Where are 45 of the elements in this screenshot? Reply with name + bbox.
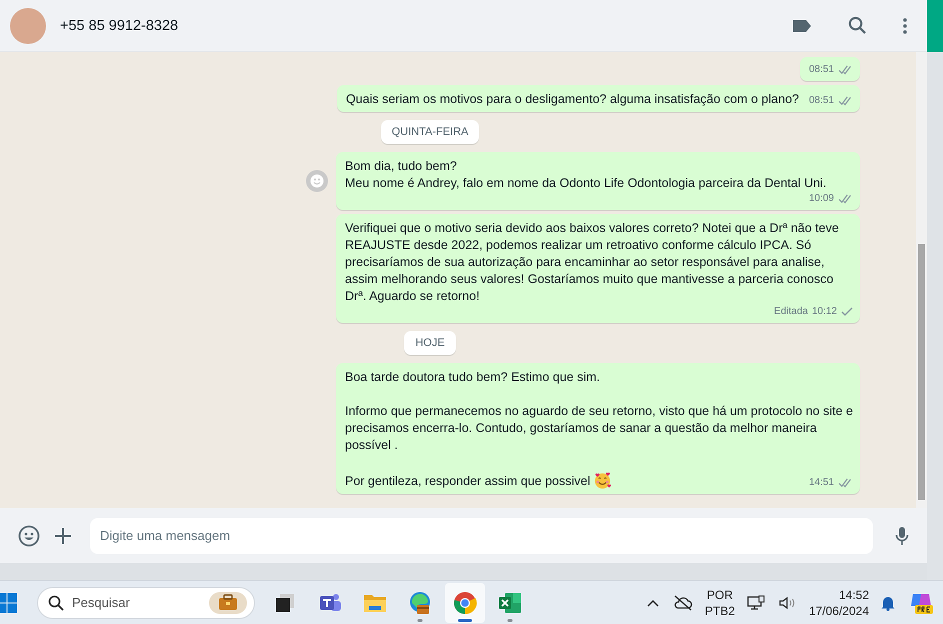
message-text: Boa tarde doutora tudo bem? Estimo que sim. xyxy=(345,369,602,386)
date-chip: HOJE xyxy=(404,331,456,355)
bell-icon xyxy=(881,594,895,610)
label-icon xyxy=(792,18,812,32)
smiley-icon xyxy=(18,524,40,546)
search-icon xyxy=(48,594,64,610)
message-text: Quais seriam os motivos para o desligamento? alguma insatisfação com o plano? xyxy=(346,91,799,108)
emoji-button[interactable] xyxy=(16,522,42,548)
contact-name[interactable]: +55 85 9912-8328 xyxy=(60,18,760,34)
language-text: POR xyxy=(706,586,733,602)
chrome-browser-icon xyxy=(453,590,477,614)
clock-date: 17/06/2024 xyxy=(808,602,869,618)
message-time: 10:09 xyxy=(808,192,834,206)
network-button[interactable] xyxy=(744,592,767,612)
task-view-icon xyxy=(274,592,296,614)
message-text: Verifiquei que o motivo seria devido aos baixos valores correto? Notei que a Drª não teve REAJUSTE desde 2022, podemos realizar um retroativo conforme cálculo IPCA. Só precisaríamos de sua autorização para encaminhar ao setor responsável para analise, assim melhorando seus valores! Gostaríamos muito que mantivesse a parceria conosco Drª. Aguardo se retorno! xyxy=(345,220,840,305)
spreadsheet-icon xyxy=(498,592,522,614)
windows-logo-icon xyxy=(0,592,18,614)
message-text: Informo que permanecemos no aguardo de seu retorno, visto que há um protocolo no site e precisamos encerra-lo. Contudo, gostaríamos de sanar a questão da melhor maneira possível . xyxy=(345,403,853,454)
more-vertical-icon xyxy=(903,18,907,34)
speaker-icon xyxy=(778,596,797,610)
input-language-indicator[interactable]: POR PTB2 xyxy=(704,586,735,618)
teams-icon xyxy=(318,592,342,614)
message-input[interactable]: Digite uma mensagem xyxy=(90,518,873,554)
search-icon xyxy=(848,16,867,35)
message-time: 14:51 xyxy=(808,476,834,490)
message-time: 08:51 xyxy=(808,63,834,77)
side-panel-header xyxy=(927,0,943,52)
keyboard-layout-text: PTB2 xyxy=(704,602,735,618)
smiley-icon xyxy=(310,174,324,188)
date-chip: QUINTA-FEIRA xyxy=(380,120,480,144)
plus-icon xyxy=(54,526,72,544)
microphone-icon xyxy=(895,526,909,546)
edited-label: Editada xyxy=(774,305,808,319)
caret-up-icon xyxy=(646,598,659,606)
scrollbar[interactable] xyxy=(916,52,927,508)
message-text: Por gentileza, responder assim que possivel xyxy=(345,473,590,490)
clock-time: 14:52 xyxy=(838,586,869,602)
message-time: 10:12 xyxy=(812,305,837,319)
edge-browser-icon xyxy=(408,590,432,614)
clock[interactable]: 14:52 17/06/2024 xyxy=(808,586,869,618)
message-text: Bom dia, tudo bem? Meu nome é Andrey, falo em nome da Odonto Life Odontologia parceira da Dental Uni. xyxy=(345,158,826,192)
cloud-off-icon xyxy=(672,594,693,610)
message-time: 08:51 xyxy=(808,94,834,108)
monitor-icon xyxy=(746,594,765,610)
